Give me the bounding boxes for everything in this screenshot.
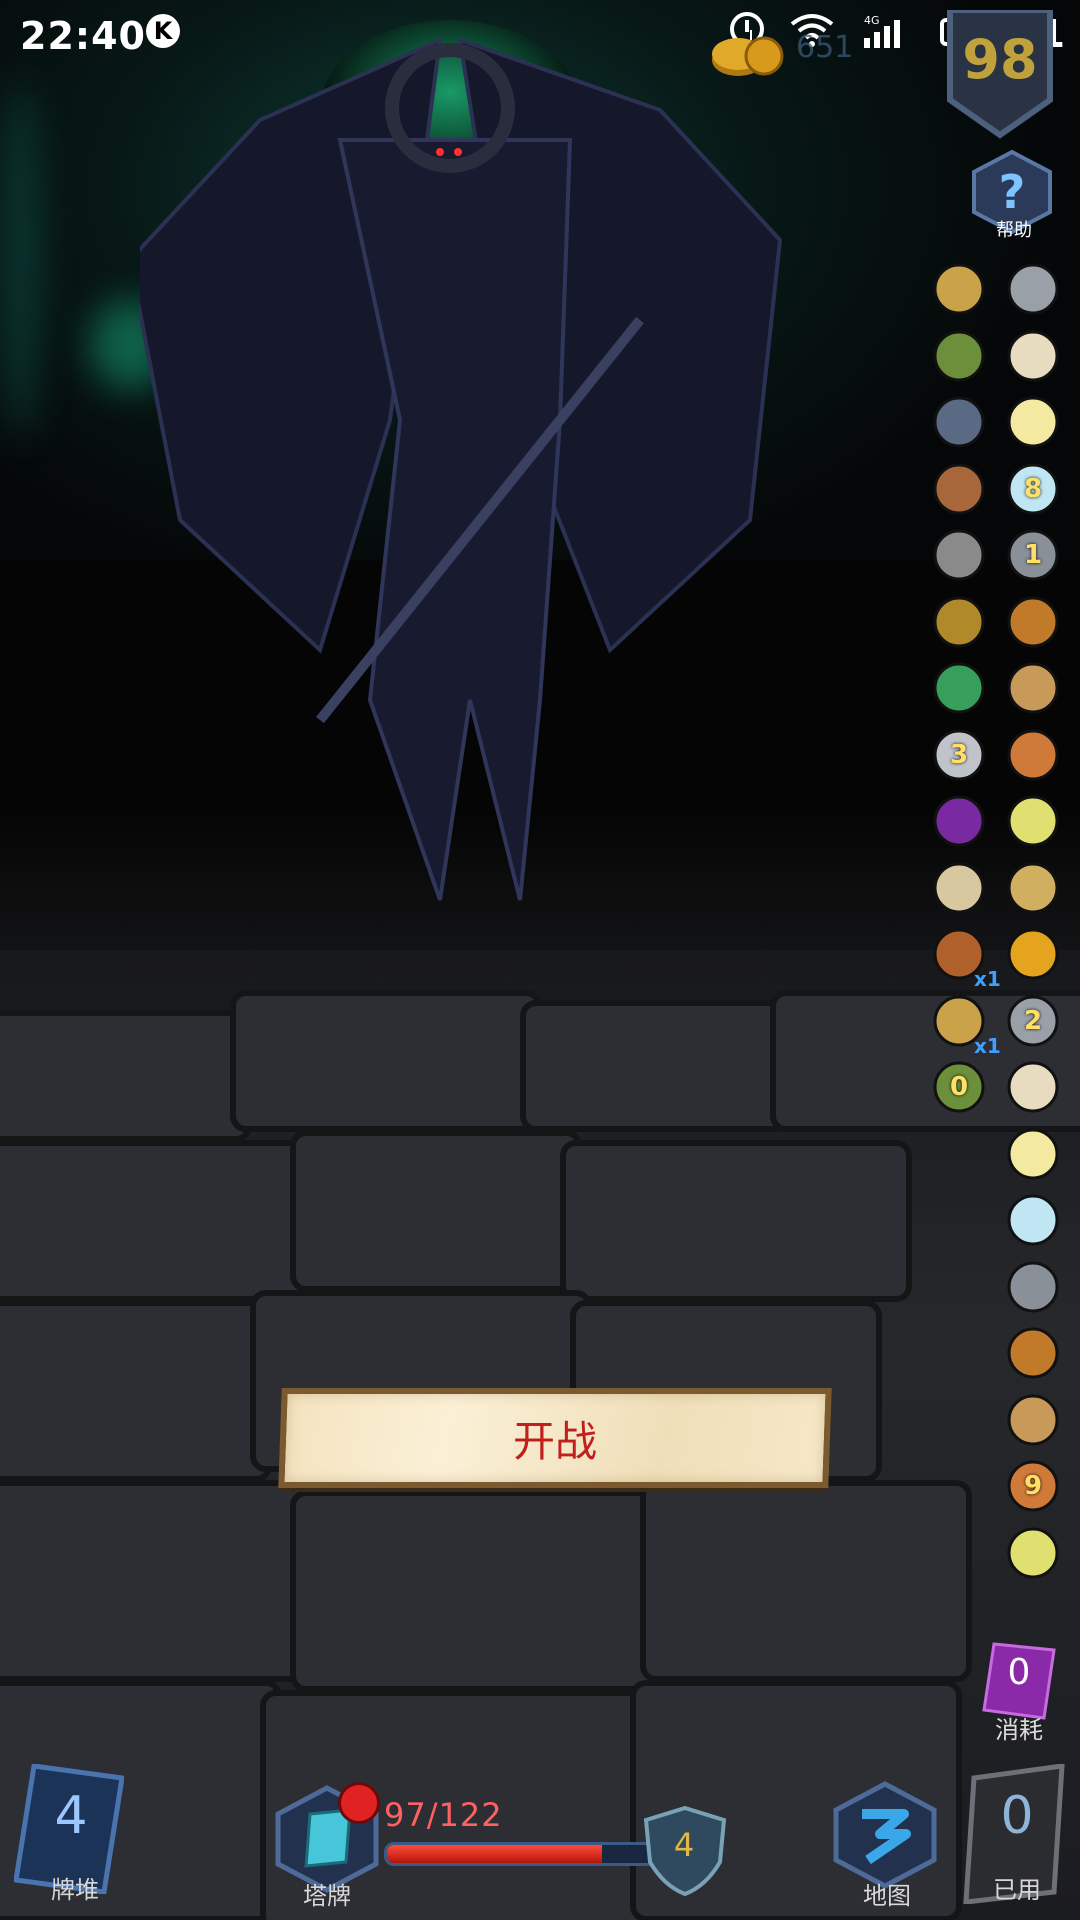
- winged-boss-monster[interactable]: [140, 0, 940, 920]
- hp-bar: [384, 1842, 660, 1866]
- armor-value: 4: [673, 1826, 695, 1864]
- relic-counter: 2: [1023, 1005, 1043, 1036]
- christmas-sock-icon[interactable]: [1002, 657, 1064, 719]
- network-label: 4G: [864, 14, 880, 27]
- exhaust-count: 0: [1007, 1652, 1031, 1693]
- start-battle-label: 开战: [512, 1416, 597, 1466]
- scroll-icon[interactable]: [1002, 923, 1064, 985]
- silver-heart-icon[interactable]: [928, 591, 990, 653]
- map-scroll-icon[interactable]: [1002, 1189, 1064, 1251]
- blue-gem-icon[interactable]: 8: [1002, 458, 1064, 520]
- discard-count: 0: [1000, 1786, 1034, 1846]
- help-label: 帮助: [996, 220, 1032, 241]
- exhaust-label: 消耗: [995, 1716, 1043, 1744]
- gold-count: 651: [796, 30, 854, 65]
- red-rose-icon[interactable]: [1002, 1056, 1064, 1118]
- yellow-rune-icon[interactable]: [1002, 1322, 1064, 1384]
- dice-icon[interactable]: [928, 790, 990, 852]
- purple-eye-icon[interactable]: [1002, 1256, 1064, 1318]
- gold-coins-icon: [712, 36, 784, 76]
- k-app-icon: K: [146, 14, 180, 48]
- status-bar: 22:40 K 4G 71: [0, 0, 1080, 70]
- scissors-icon[interactable]: [1002, 790, 1064, 852]
- bone-spike-icon[interactable]: [1002, 1123, 1064, 1185]
- wood-log-icon[interactable]: [928, 857, 990, 919]
- floor-level: 98: [962, 28, 1038, 91]
- relic-counter: 0: [949, 1072, 969, 1102]
- purple-fragment-icon[interactable]: [928, 524, 990, 586]
- anchor-icon[interactable]: 1: [1002, 524, 1064, 586]
- hammer-icon[interactable]: [1002, 258, 1064, 320]
- bomb-bag-icon[interactable]: 9: [1002, 1455, 1064, 1517]
- relic-stack-count: x1: [974, 1033, 1001, 1058]
- draw-pile-count: 4: [54, 1786, 88, 1846]
- relic-counter: 3: [949, 739, 969, 770]
- golden-key-icon[interactable]: [1002, 724, 1064, 786]
- spellbook-icon[interactable]: [928, 458, 990, 520]
- game-scene: 22:40 K 4G 71 651 98 ? 帮助 3x1x10 8129 开战: [0, 0, 1080, 1920]
- gauntlet-icon[interactable]: [1002, 857, 1064, 919]
- lantern-icon[interactable]: [1002, 1522, 1064, 1584]
- relic-counter: 1: [1023, 540, 1043, 570]
- relic-counter: 8: [1023, 473, 1043, 504]
- notification-dot: [338, 1782, 380, 1824]
- tower-cards-label: 塔牌: [303, 1882, 351, 1910]
- signal-icon: 4G: [864, 14, 900, 48]
- green-rune-icon[interactable]: [1002, 591, 1064, 653]
- powder-barrel-icon[interactable]: [1002, 1389, 1064, 1451]
- hp-text: 97/122: [384, 1796, 503, 1834]
- purple-swirl-icon[interactable]: 2: [1002, 990, 1064, 1052]
- pillar-glow: [0, 80, 40, 440]
- draw-pile-label: 牌堆: [51, 1876, 99, 1904]
- relic-stack-count: x1: [974, 967, 1001, 991]
- fire-orb-icon[interactable]: 3: [928, 724, 990, 786]
- stone-idol-icon[interactable]: 0: [928, 1056, 990, 1118]
- crystal-icon[interactable]: [1002, 325, 1064, 387]
- start-battle-button[interactable]: 开战: [278, 1388, 832, 1488]
- golden-orb-icon[interactable]: [928, 391, 990, 453]
- discard-label: 已用: [993, 1876, 1041, 1904]
- map-button[interactable]: [830, 1780, 940, 1890]
- dagger-icon[interactable]: [928, 657, 990, 719]
- clock-time: 22:40: [20, 14, 146, 58]
- hp-bar-fill: [387, 1845, 602, 1863]
- card-icon: [304, 1808, 352, 1868]
- pickaxe-card-icon[interactable]: [928, 258, 990, 320]
- map-label: 地图: [863, 1882, 911, 1910]
- relic-counter: 9: [1023, 1471, 1043, 1501]
- golden-emblem-icon[interactable]: [1002, 391, 1064, 453]
- cheese-icon[interactable]: [928, 325, 990, 387]
- help-icon: ?: [999, 165, 1026, 219]
